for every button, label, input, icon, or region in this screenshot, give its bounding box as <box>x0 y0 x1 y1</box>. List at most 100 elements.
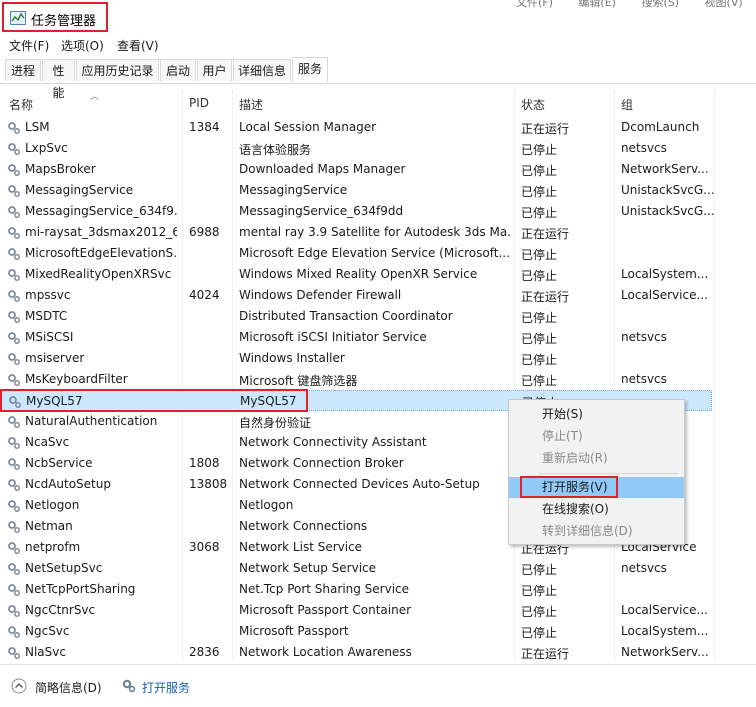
service-description: Network Connections <box>239 519 368 533</box>
service-row[interactable]: MapsBroker Downloaded Maps Manager 已停止 Netw… <box>0 159 716 180</box>
service-name: MSiSCSI <box>25 330 74 344</box>
service-name: NcbService <box>25 456 93 470</box>
col-status[interactable]: 状态 <box>521 96 545 113</box>
col-pid[interactable]: PID <box>189 96 209 110</box>
service-description: Microsoft Passport <box>239 624 349 638</box>
service-row[interactable]: mpssvc 4024 Windows Defender Firewall 正在运行 L… <box>0 285 716 306</box>
service-status: 已停止 <box>521 143 558 157</box>
service-name: Netman <box>25 519 73 533</box>
service-gear-icon <box>8 185 20 197</box>
menu-file[interactable]: 文件(F) <box>9 37 49 54</box>
service-row[interactable]: MessagingService_634f9... MessagingServic… <box>0 201 716 222</box>
service-gear-icon <box>8 374 20 386</box>
service-description: Network Connection Broker <box>239 456 404 470</box>
service-gear-icon <box>8 206 20 218</box>
service-name: MessagingService <box>25 183 134 197</box>
tab-app-history[interactable]: 应用历史记录 <box>76 59 159 81</box>
service-name: MicrosoftEdgeElevationS... <box>25 246 177 260</box>
tab-startup[interactable]: 启动 <box>160 59 196 81</box>
service-gear-icon <box>8 290 20 302</box>
service-description: mental ray 3.9 Satellite for Autodesk 3d… <box>239 225 511 239</box>
service-row[interactable]: LxpSvc 语言体验服务 已停止 netsvcs <box>0 138 716 159</box>
clip-item: 文件(F) <box>516 0 553 9</box>
service-row[interactable]: MsKeyboardFilter Microsoft 键盘筛选器 已停止 netsvc… <box>0 369 716 390</box>
service-pid: 13808 <box>189 477 228 491</box>
tab-details[interactable]: 详细信息 <box>233 59 291 81</box>
service-description: MessagingService <box>239 183 348 197</box>
service-row[interactable]: mi-raysat_3dsmax2012_64 6988 mental ray 3.… <box>0 222 716 243</box>
service-name: NaturalAuthentication <box>25 414 158 428</box>
col-name[interactable]: 名称 <box>9 96 33 113</box>
fewer-details-link[interactable]: 简略信息(D) <box>35 679 102 696</box>
service-gear-icon <box>8 269 20 281</box>
service-status: 正在运行 <box>521 647 570 661</box>
service-description: Netlogon <box>239 498 294 512</box>
service-description: Network Location Awareness <box>239 645 412 659</box>
service-pid: 6988 <box>189 225 220 239</box>
service-row[interactable]: MessagingService MessagingService 已停止 Unist… <box>0 180 716 201</box>
menu-options[interactable]: 选项(O) <box>61 37 104 54</box>
service-row[interactable]: MSDTC Distributed Transaction Coordinator… <box>0 306 716 327</box>
service-description: Microsoft Edge Elevation Service (Micros… <box>239 246 510 260</box>
service-gear-icon <box>8 122 20 134</box>
service-name: LSM <box>25 120 50 134</box>
service-gear-icon <box>8 626 20 638</box>
ctx-start[interactable]: 开始(S) <box>509 404 684 425</box>
service-row[interactable]: NetTcpPortSharing Net.Tcp Port Sharing Se… <box>0 579 716 600</box>
service-status: 已停止 <box>521 563 558 577</box>
service-gear-icon <box>8 563 20 575</box>
service-row[interactable]: LSM 1384 Local Session Manager 正在运行 DcomLaun… <box>0 117 716 138</box>
tab-processes[interactable]: 进程 <box>5 59 41 81</box>
ctx-search-online[interactable]: 在线搜索(O) <box>509 499 684 520</box>
collapse-chevron-icon[interactable] <box>11 678 27 694</box>
service-row[interactable]: NgcCtnrSvc Microsoft Passport Container 已停… <box>0 600 716 621</box>
service-gear-icon <box>8 521 20 533</box>
service-group: LocalSystem... <box>621 624 709 638</box>
open-services-link[interactable]: 打开服务 <box>142 679 190 696</box>
service-name: MSDTC <box>25 309 68 323</box>
service-status: 已停止 <box>521 185 558 199</box>
service-group: DcomLaunch <box>621 120 700 134</box>
tab-performance[interactable]: 性能 <box>42 59 75 100</box>
ctx-go-to-details[interactable]: 转到详细信息(D) <box>509 521 684 542</box>
service-gear-icon <box>8 647 20 659</box>
service-row[interactable]: MixedRealityOpenXRSvc Windows Mixed Reali… <box>0 264 716 285</box>
service-row[interactable]: MicrosoftEdgeElevationS... Microsoft Edge… <box>0 243 716 264</box>
service-description: Microsoft 键盘筛选器 <box>239 374 358 388</box>
service-row[interactable]: NgcSvc Microsoft Passport 已停止 LocalSystem..… <box>0 621 716 642</box>
menu-view[interactable]: 查看(V) <box>117 37 159 54</box>
service-description: Network List Service <box>239 540 363 554</box>
service-description: Net.Tcp Port Sharing Service <box>239 582 410 596</box>
service-gear-icon <box>8 479 20 491</box>
service-description: Microsoft iSCSI Initiator Service <box>239 330 427 344</box>
service-row[interactable]: MSiSCSI Microsoft iSCSI Initiator Service… <box>0 327 716 348</box>
service-pid: 1384 <box>189 120 220 134</box>
column-header: ︿ 名称 PID 描述 状态 组 <box>0 90 756 116</box>
service-gear-icon <box>8 164 20 176</box>
service-group: UnistackSvcG... <box>621 183 715 197</box>
service-row[interactable]: NlaSvc 2836 Network Location Awareness 正在运行… <box>0 642 716 663</box>
tab-users[interactable]: 用户 <box>197 59 232 81</box>
service-name: MsKeyboardFilter <box>25 372 128 386</box>
clip-item: 编辑(E) <box>578 0 616 9</box>
ctx-stop[interactable]: 停止(T) <box>509 426 684 447</box>
sort-ascending-icon: ︿ <box>90 92 100 102</box>
service-status: 已停止 <box>521 206 558 220</box>
service-row[interactable]: msiserver Windows Installer 已停止 <box>0 348 716 369</box>
service-gear-icon <box>8 437 20 449</box>
service-description: Windows Defender Firewall <box>239 288 402 302</box>
service-gear-icon <box>8 332 20 344</box>
col-group[interactable]: 组 <box>621 96 633 113</box>
service-description: Windows Mixed Reality OpenXR Service <box>239 267 478 281</box>
service-status: 正在运行 <box>521 122 570 136</box>
ctx-restart[interactable]: 重新启动(R) <box>509 448 684 469</box>
service-name: MessagingService_634f9... <box>25 204 177 218</box>
col-description[interactable]: 描述 <box>239 96 263 113</box>
service-description: MessagingService_634f9dd <box>239 204 404 218</box>
service-row[interactable]: NetSetupSvc Network Setup Service 已停止 netsv… <box>0 558 716 579</box>
service-description: Distributed Transaction Coordinator <box>239 309 453 323</box>
service-description: Microsoft Passport Container <box>239 603 412 617</box>
service-name: NcdAutoSetup <box>25 477 111 491</box>
service-description: Network Connected Devices Auto-Setup <box>239 477 480 491</box>
tab-services[interactable]: 服务 <box>292 57 328 82</box>
